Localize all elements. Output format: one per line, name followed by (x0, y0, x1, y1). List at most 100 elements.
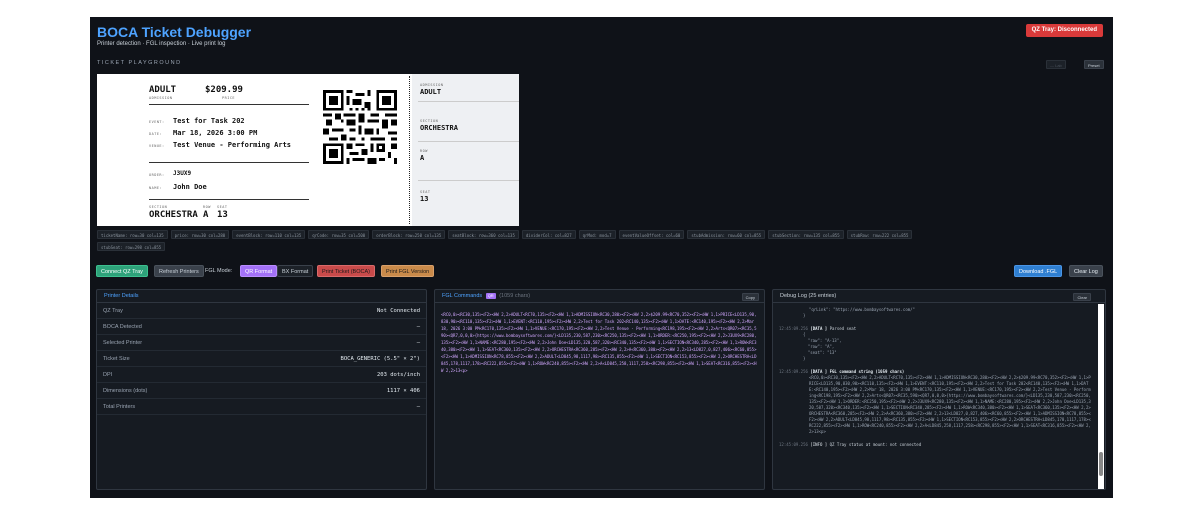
stub-section-value: ORCHESTRA (420, 124, 458, 132)
detail-value: — (416, 340, 420, 346)
ticket-stub: ADMISSION ADULT SECTION ORCHESTRA ROW A … (412, 74, 519, 226)
detail-row: Selected Printer — (97, 335, 426, 351)
fgl-char-count: (1059 chars) (499, 293, 531, 299)
app-subtitle: Printer detection · FGL inspection · Liv… (97, 41, 226, 47)
detail-row: Ticket Size BOCA_GENERIC (5.5" × 2") (97, 351, 426, 367)
app-window: BOCA Ticket Debugger Printer detection ·… (90, 17, 1113, 498)
detail-key: Ticket Size (103, 356, 130, 362)
print-ticket-button[interactable]: Print Ticket (BOCA) (317, 265, 375, 277)
stub-row-label: ROW (420, 149, 428, 153)
stub-seat-label: SEAT (420, 190, 431, 194)
fgl-command-text: <RC0,0><RC30,135><F2><HW 2,2>ADULT<RC70,… (441, 312, 757, 373)
stub-divider (418, 141, 519, 142)
log-fgl-text: <RC0,0><RC30,135><F2><HW 2,2>ADULT<RC70,… (809, 375, 1091, 434)
printer-details-title: Printer Details (97, 290, 426, 303)
date-label: DATE: (149, 132, 163, 136)
ticket-price-label: PRICE (222, 96, 236, 100)
copy-button[interactable]: Copy (741, 293, 759, 301)
refresh-printers-button[interactable]: Refresh Printers (154, 265, 204, 277)
detail-row: DPI 203 dots/inch (97, 367, 426, 383)
bx-format-button[interactable]: BX Format (277, 265, 314, 277)
detail-row: Total Printers — (97, 399, 426, 415)
fgl-mode-badge: QR (485, 292, 496, 299)
layout-tags-row: ticketName: row=30 col=135 price: row=30 … (97, 230, 915, 239)
layout-tag: qrCode: row=35 col=500 (308, 230, 370, 239)
fgl-commands-panel: FGL Commands QR (1059 chars) Copy <RC0,0… (434, 289, 765, 490)
log-scrollbar-thumb[interactable] (1099, 452, 1103, 476)
seat-value: 13 (217, 210, 228, 220)
name-value: John Doe (173, 183, 207, 191)
event-label: EVENT: (149, 120, 165, 124)
ticket-divider (149, 199, 309, 200)
detail-value: — (416, 324, 420, 330)
order-value: J3UX9 (173, 170, 192, 177)
stub-divider (418, 180, 519, 181)
log-entry: 12:45:09.256 [INFO ] QZ Tray status at m… (779, 442, 1091, 448)
debug-log-title: Debug Log (25 entries) (773, 290, 1105, 303)
qz-status-badge: QZ Tray: Disconnected (1025, 24, 1103, 37)
row-label: ROW (203, 205, 211, 209)
layout-tag: eventBlock: row=110 col=135 (232, 230, 306, 239)
section-value: ORCHESTRA (149, 210, 198, 220)
ticket-preview: ADULT ADMISSION $209.99 PRICE EVENT: Tes… (97, 74, 519, 226)
clear-debug-button[interactable]: Clear (1073, 293, 1091, 301)
venue-label: VENUE: (149, 144, 165, 148)
clear-log-button[interactable]: Clear Log (1069, 265, 1103, 277)
detail-value: BOCA_GENERIC (5.5" × 2") (340, 356, 420, 362)
detail-value: — (416, 404, 420, 410)
detail-row: QZ Tray Not Connected (97, 303, 426, 319)
download-fgl-button[interactable]: Download .FGL (1014, 265, 1063, 277)
log-scrollbar[interactable] (1098, 304, 1104, 489)
ticket-admission-value: ADULT (149, 85, 177, 95)
venue-value: Test Venue - Performing Arts (173, 141, 292, 149)
qr-format-button[interactable]: QR Format (240, 265, 278, 277)
date-value: Mar 18, 2026 3:00 PM (173, 129, 258, 137)
log-json: { "raw": "A-13", "row": "A", "seat": "13… (803, 332, 842, 361)
detail-key: DPI (103, 372, 113, 378)
layout-tag: eventValueOffset: col=60 (618, 230, 685, 239)
layout-tag: stubSeat: row=298 col=855 (97, 242, 166, 251)
detail-row: BOCA Detected — (97, 319, 426, 335)
log-message: FGL command string (1059 chars) (829, 369, 905, 374)
layout-tag: price: row=30 col=280 (170, 230, 230, 239)
debug-log-body: "qrLink": "https://www.bombaysoftwares.c… (773, 304, 1097, 489)
fgl-mode-label: FGL Mode: (205, 268, 233, 274)
order-label: ORDER: (149, 173, 165, 177)
ticket-divider (149, 162, 309, 163)
layout-tag: seatBlock: row=360 col=135 (448, 230, 519, 239)
ticket-perforation (409, 76, 410, 224)
preset-button[interactable]: Preset (1084, 60, 1104, 69)
layout-tag: dividerCol: col=827 (521, 230, 576, 239)
section-label: SECTION (149, 205, 168, 209)
layout-tags-row: stubSeat: row=298 col=855 (97, 242, 168, 251)
connect-qz-button[interactable]: Connect QZ Tray (96, 265, 148, 277)
detail-key: Total Printers (103, 404, 136, 410)
stub-admission-value: ADULT (420, 88, 442, 96)
seat-label: SEAT (217, 205, 228, 209)
layout-tag: stubRow: row=222 col=855 (846, 230, 913, 239)
layout-tag: stubSection: row=135 col=855 (768, 230, 844, 239)
preset-select[interactable]: — Lab (1046, 60, 1066, 69)
ticket-divider (149, 104, 309, 105)
detail-key: QZ Tray (103, 308, 123, 314)
debug-log-panel: Debug Log (25 entries) Clear "qrLink": "… (772, 289, 1106, 490)
stub-divider (418, 101, 519, 102)
fgl-panel-header: FGL Commands QR (1059 chars) (435, 290, 764, 303)
log-timestamp: 12:45:09.256 (779, 442, 808, 447)
log-entry: 12:45:09.256 [DATA ] Parsed seat { "raw"… (779, 326, 1091, 362)
layout-tag: qrMod: mod=7 (578, 230, 616, 239)
qr-code-icon (323, 90, 397, 164)
log-entry: 12:45:09.256 [DATA ] FGL command string … (779, 369, 1091, 435)
ticket-admission-label: ADMISSION (149, 96, 173, 100)
stub-section-label: SECTION (420, 119, 439, 123)
log-message: Parsed seat (829, 326, 857, 331)
stub-row-value: A (420, 154, 425, 162)
event-value: Test for Task 202 (173, 117, 245, 125)
log-timestamp: 12:45:09.256 (779, 369, 808, 374)
print-fgl-button[interactable]: Print FGL Version (381, 265, 435, 277)
log-level: [DATA ] (810, 369, 828, 374)
printer-details-panel: Printer Details QZ Tray Not Connected BOC… (96, 289, 427, 490)
detail-value: 1117 × 406 (386, 388, 420, 394)
log-level: [INFO ] (810, 442, 828, 447)
detail-value: Not Connected (376, 308, 420, 314)
